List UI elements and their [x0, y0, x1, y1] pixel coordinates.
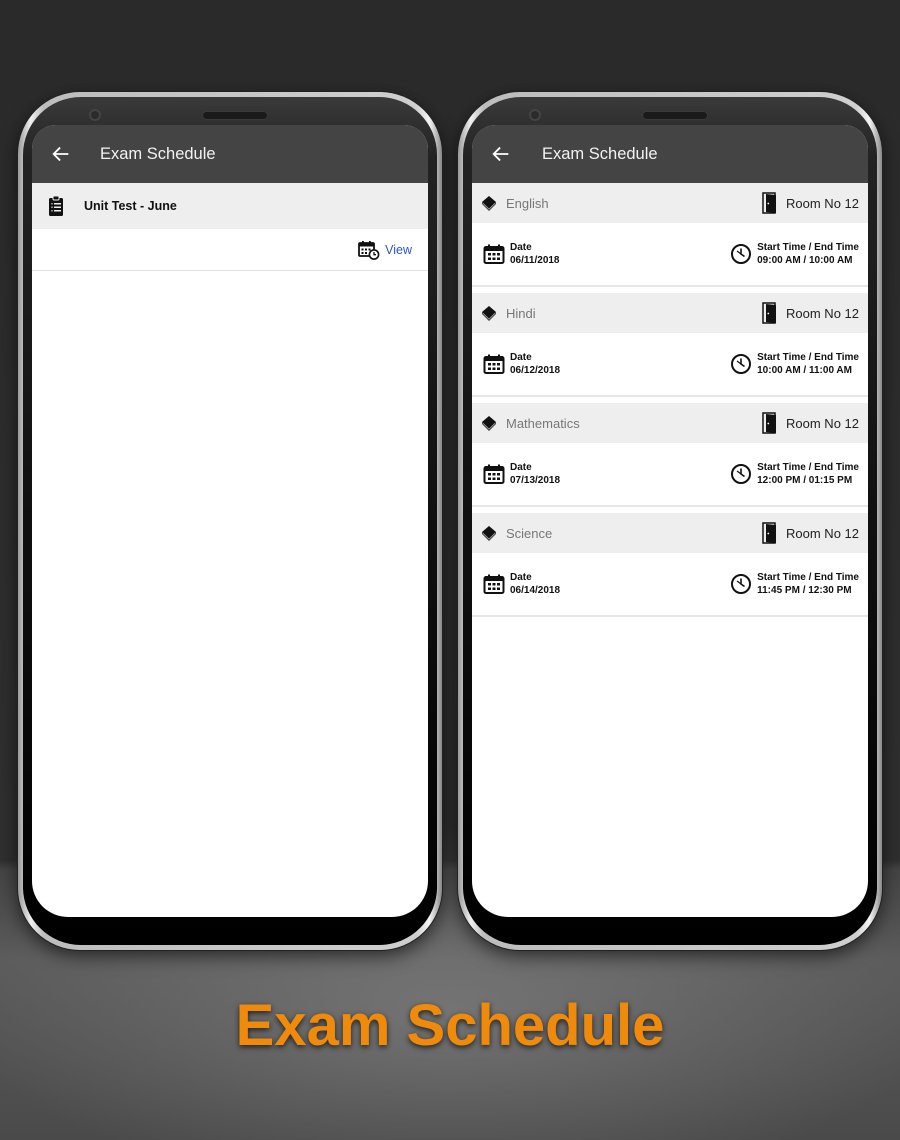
app-bar: Exam Schedule: [32, 125, 428, 183]
book-icon: [482, 306, 496, 321]
time-value: 11:45 PM / 12:30 PM: [757, 584, 852, 596]
front-camera: [89, 109, 101, 121]
clock-icon: [731, 464, 752, 484]
calendar-clock-icon[interactable]: [358, 240, 380, 260]
calendar-icon: [483, 354, 505, 374]
exam-detail-row: Date 06/14/2018 Start Time / End Time 11…: [472, 553, 868, 617]
exam-schedule-list: English Room No 12 Date 06/11/2018 Start…: [472, 183, 868, 617]
date-value: 06/12/2018: [510, 364, 561, 376]
date-label: Date: [510, 461, 532, 473]
subject-name: Science: [506, 525, 553, 541]
exam-detail-row: Date 07/13/2018 Start Time / End Time 12…: [472, 443, 868, 507]
time-label: Start Time / End Time: [757, 241, 859, 253]
date-value: 06/11/2018: [510, 254, 560, 266]
time-label: Start Time / End Time: [757, 461, 859, 473]
room-number: Room No 12: [786, 415, 859, 431]
room-number: Room No 12: [786, 195, 859, 211]
earpiece-speaker: [643, 112, 707, 119]
screen-exam-list: Exam Schedule Unit Test - June View: [32, 125, 428, 917]
view-schedule-link[interactable]: View: [385, 243, 412, 257]
exam-list-item[interactable]: Unit Test - June: [32, 183, 428, 229]
page-title: Exam Schedule: [100, 144, 216, 163]
date-label: Date: [510, 351, 532, 363]
subject-name: English: [506, 195, 549, 211]
date-label: Date: [510, 241, 532, 253]
arrow-left-icon[interactable]: [50, 143, 72, 165]
clock-icon: [731, 574, 752, 594]
door-icon: [762, 192, 777, 214]
subject-header: English Room No 12: [472, 183, 868, 223]
exam-detail-row: Date 06/12/2018 Start Time / End Time 10…: [472, 333, 868, 397]
clipboard-list-icon: [49, 195, 63, 216]
app-bar: Exam Schedule: [472, 125, 868, 183]
book-icon: [482, 196, 496, 211]
exam-detail-row: Date 06/11/2018 Start Time / End Time 09…: [472, 223, 868, 287]
date-label: Date: [510, 571, 532, 583]
screen-exam-details: Exam Schedule English Room No 12 Date 06…: [472, 125, 868, 917]
phone-frame-left: Exam Schedule Unit Test - June View: [18, 92, 442, 950]
book-icon: [482, 526, 496, 541]
room-number: Room No 12: [786, 305, 859, 321]
time-value: 12:00 PM / 01:15 PM: [757, 474, 853, 486]
subject-name: Hindi: [506, 305, 536, 321]
clock-icon: [731, 354, 752, 374]
exam-card: Hindi Room No 12 Date 06/12/2018 Start T…: [472, 293, 868, 397]
date-value: 07/13/2018: [510, 474, 561, 486]
front-camera: [529, 109, 541, 121]
date-value: 06/14/2018: [510, 584, 561, 596]
calendar-icon: [483, 574, 505, 594]
time-label: Start Time / End Time: [757, 351, 859, 363]
phone-bezel: Exam Schedule Unit Test - June View: [23, 97, 437, 945]
exam-name: Unit Test - June: [84, 199, 177, 213]
subject-header: Hindi Room No 12: [472, 293, 868, 333]
exam-actions-row: View: [32, 229, 428, 271]
calendar-icon: [483, 244, 505, 264]
subject-header: Mathematics Room No 12: [472, 403, 868, 443]
page-title: Exam Schedule: [542, 144, 658, 163]
promo-banner-title: Exam Schedule: [235, 993, 665, 1058]
phone-bezel: Exam Schedule English Room No 12 Date 06…: [463, 97, 877, 945]
exam-card: Mathematics Room No 12 Date 07/13/2018 S…: [472, 403, 868, 507]
room-number: Room No 12: [786, 525, 859, 541]
calendar-icon: [483, 464, 505, 484]
arrow-left-icon[interactable]: [490, 143, 512, 165]
clock-icon: [731, 244, 752, 264]
subject-header: Science Room No 12: [472, 513, 868, 553]
time-label: Start Time / End Time: [757, 571, 859, 583]
phone-frame-right: Exam Schedule English Room No 12 Date 06…: [458, 92, 882, 950]
door-icon: [762, 302, 777, 324]
earpiece-speaker: [203, 112, 267, 119]
subject-name: Mathematics: [506, 415, 580, 431]
time-value: 10:00 AM / 11:00 AM: [757, 364, 852, 376]
exam-card: English Room No 12 Date 06/11/2018 Start…: [472, 183, 868, 287]
time-value: 09:00 AM / 10:00 AM: [757, 254, 853, 266]
door-icon: [762, 522, 777, 544]
door-icon: [762, 412, 777, 434]
book-icon: [482, 416, 496, 431]
exam-card: Science Room No 12 Date 06/14/2018 Start…: [472, 513, 868, 617]
